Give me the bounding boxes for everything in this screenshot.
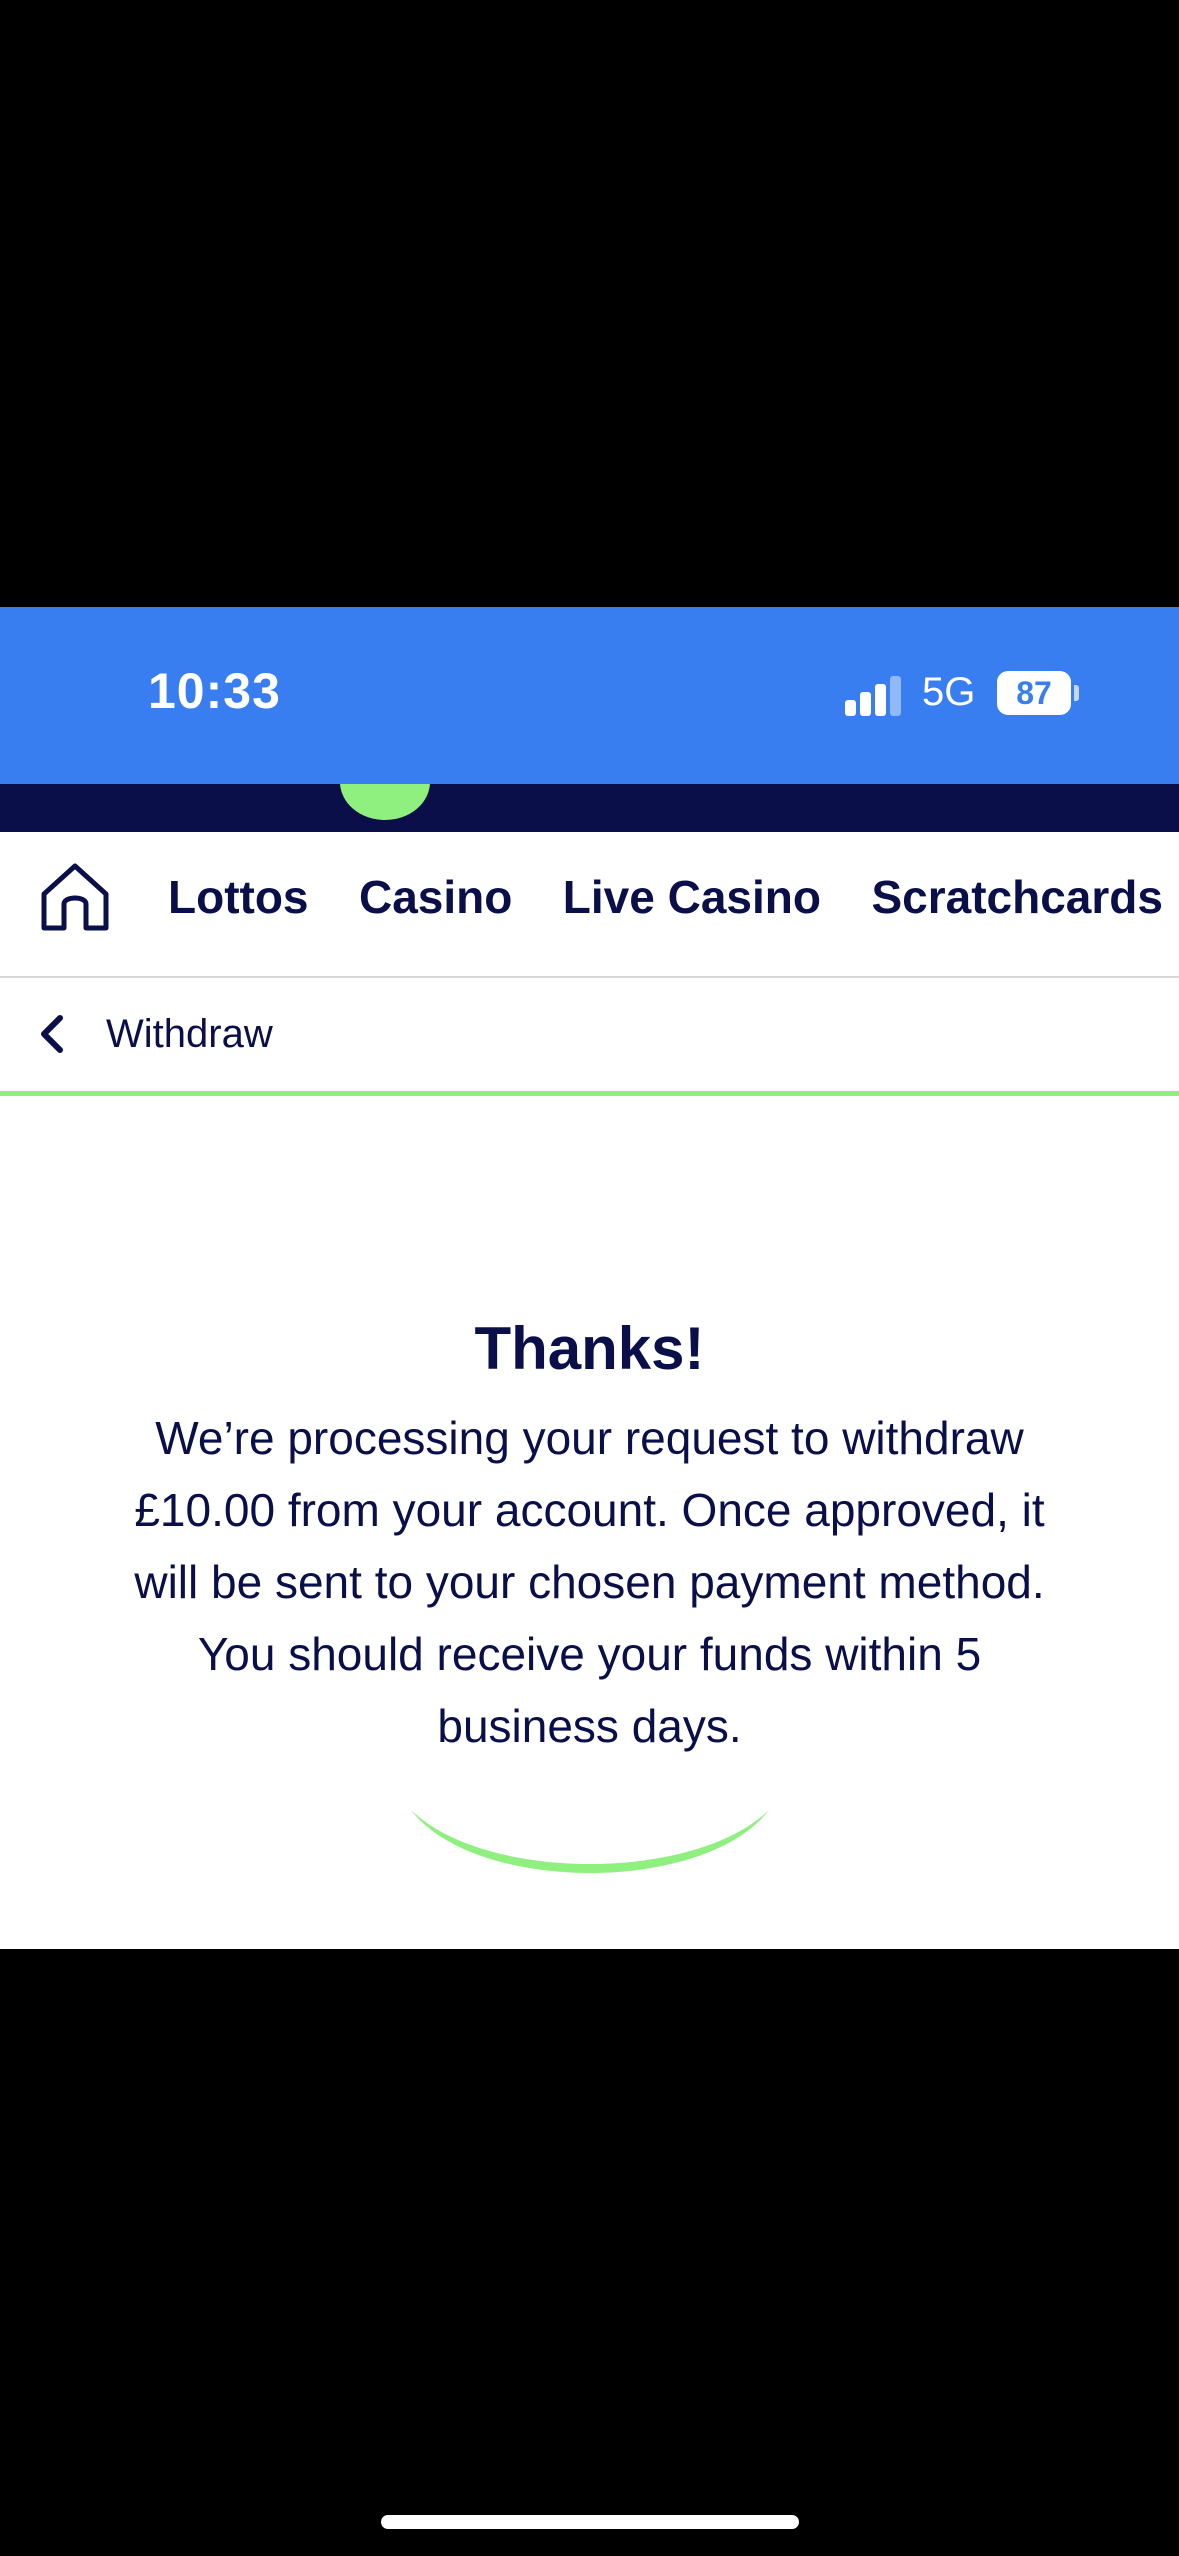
withdraw-header: Withdraw [0,978,1179,1096]
status-time: 10:33 [148,663,281,719]
battery-icon: 87 [997,671,1079,715]
category-nav-bar: Lottos Casino Live Casino Scratchcards P… [0,832,1179,978]
thanks-title: Thanks! [474,1315,705,1382]
app-header-strip [0,784,1179,832]
smile-icon [411,1810,769,1873]
nav-item-scratchcards[interactable]: Scratchcards [871,870,1163,924]
nav-item-casino[interactable]: Casino [359,870,512,924]
nav-items: Lottos Casino Live Casino Scratchcards P… [168,870,1179,924]
home-indicator [381,2515,799,2529]
letterbox-bottom [0,1949,1179,2556]
battery-level: 87 [1016,675,1052,711]
chevron-left-icon[interactable] [38,1014,66,1054]
nav-item-live-casino[interactable]: Live Casino [563,870,821,924]
letterbox-top [0,0,1179,607]
cellular-signal-icon [845,676,901,716]
logo-partial [340,784,430,820]
network-label: 5G [922,670,976,714]
nav-item-lottos[interactable]: Lottos [168,870,309,924]
page-title: Withdraw [106,1012,273,1056]
confirmation-message: We’re processing your request to withdra… [134,1412,1045,1752]
confirmation-panel: Thanks! We’re processing your request to… [0,1096,1179,1949]
home-icon[interactable] [38,860,112,934]
